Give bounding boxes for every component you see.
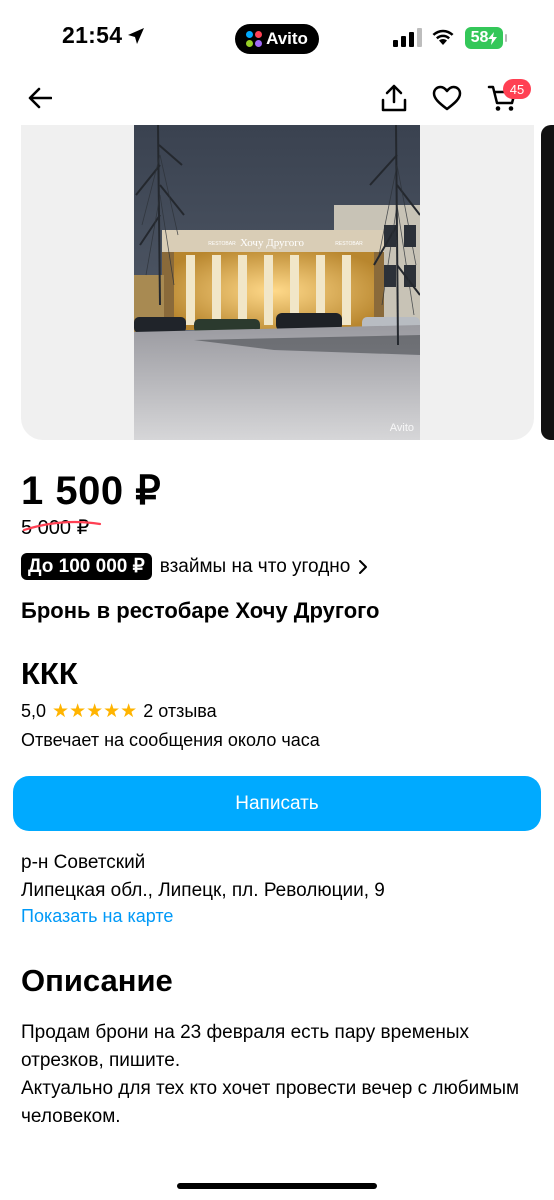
listing-title: Бронь в рестобаре Хочу Другого <box>21 598 380 623</box>
avito-logo-icon <box>246 31 263 47</box>
listing-photo[interactable]: Хочу Другого RESTOBAR RESTOBAR Avito <box>134 125 420 440</box>
description-text: Продам брони на 23 февраля есть пару вре… <box>21 1019 536 1131</box>
restobar-sign: Хочу Другого <box>240 237 305 249</box>
price: 1 500 ₽ <box>21 469 162 513</box>
share-icon <box>381 84 407 112</box>
favorite-button[interactable] <box>427 76 467 120</box>
rating-value: 5,0 <box>21 701 47 721</box>
back-arrow-icon <box>28 87 52 109</box>
status-time: 21:54 <box>62 22 123 48</box>
write-message-button[interactable]: Написать <box>13 776 541 831</box>
battery-icon: 58 <box>465 27 507 49</box>
address: Липецкая обл., Липецк, пл. Революции, 9 <box>21 880 385 901</box>
chevron-right-icon <box>359 559 368 574</box>
photo-gallery[interactable]: Хочу Другого RESTOBAR RESTOBAR Avito <box>21 125 534 440</box>
seller-rating[interactable]: 5,0 ★★★★★ 2 отзыва <box>21 700 217 723</box>
description-heading: Описание <box>21 963 173 998</box>
description-line-2: Актуально для тех кто хочет провести веч… <box>21 1078 520 1127</box>
loan-badge: До 100 000 ₽ <box>21 553 152 580</box>
description-line-1: Продам брони на 23 февраля есть пару вре… <box>21 1022 470 1071</box>
cart-count-badge: 45 <box>503 79 531 99</box>
status-bar: 21:54 Avito 58 <box>0 0 554 76</box>
battery-level: 58 <box>470 29 489 46</box>
share-button[interactable] <box>374 76 414 120</box>
app-pill: Avito <box>235 24 319 54</box>
loan-text: взаймы на что угодно <box>159 555 351 577</box>
reviews-count: 2 отзыва <box>143 701 217 721</box>
heart-icon <box>432 85 462 111</box>
charging-bolt-icon <box>488 31 498 45</box>
loan-offer-link[interactable]: До 100 000 ₽ взаймы на что угодно <box>21 553 368 580</box>
next-photo-preview[interactable] <box>541 125 554 440</box>
restobar-photo-image: Хочу Другого RESTOBAR RESTOBAR <box>134 125 420 440</box>
reply-time: Отвечает на сообщения около часа <box>21 730 320 750</box>
location-arrow-icon <box>128 28 144 44</box>
district: р-н Советский <box>21 852 146 873</box>
home-indicator[interactable] <box>177 1183 377 1189</box>
wifi-icon <box>432 29 454 45</box>
restobar-sign-right: RESTOBAR <box>335 241 363 247</box>
star-rating-icon: ★★★★★ <box>52 701 138 722</box>
app-pill-label: Avito <box>266 29 308 48</box>
top-navigation <box>0 76 554 122</box>
restobar-sign-left: RESTOBAR <box>208 241 236 247</box>
cellular-signal-icon <box>393 28 422 47</box>
seller-name[interactable]: ККК <box>21 656 78 692</box>
back-button[interactable] <box>20 76 60 120</box>
strikethrough-mark <box>22 520 102 532</box>
avito-watermark: Avito <box>389 422 414 434</box>
show-on-map-link[interactable]: Показать на карте <box>21 906 173 927</box>
